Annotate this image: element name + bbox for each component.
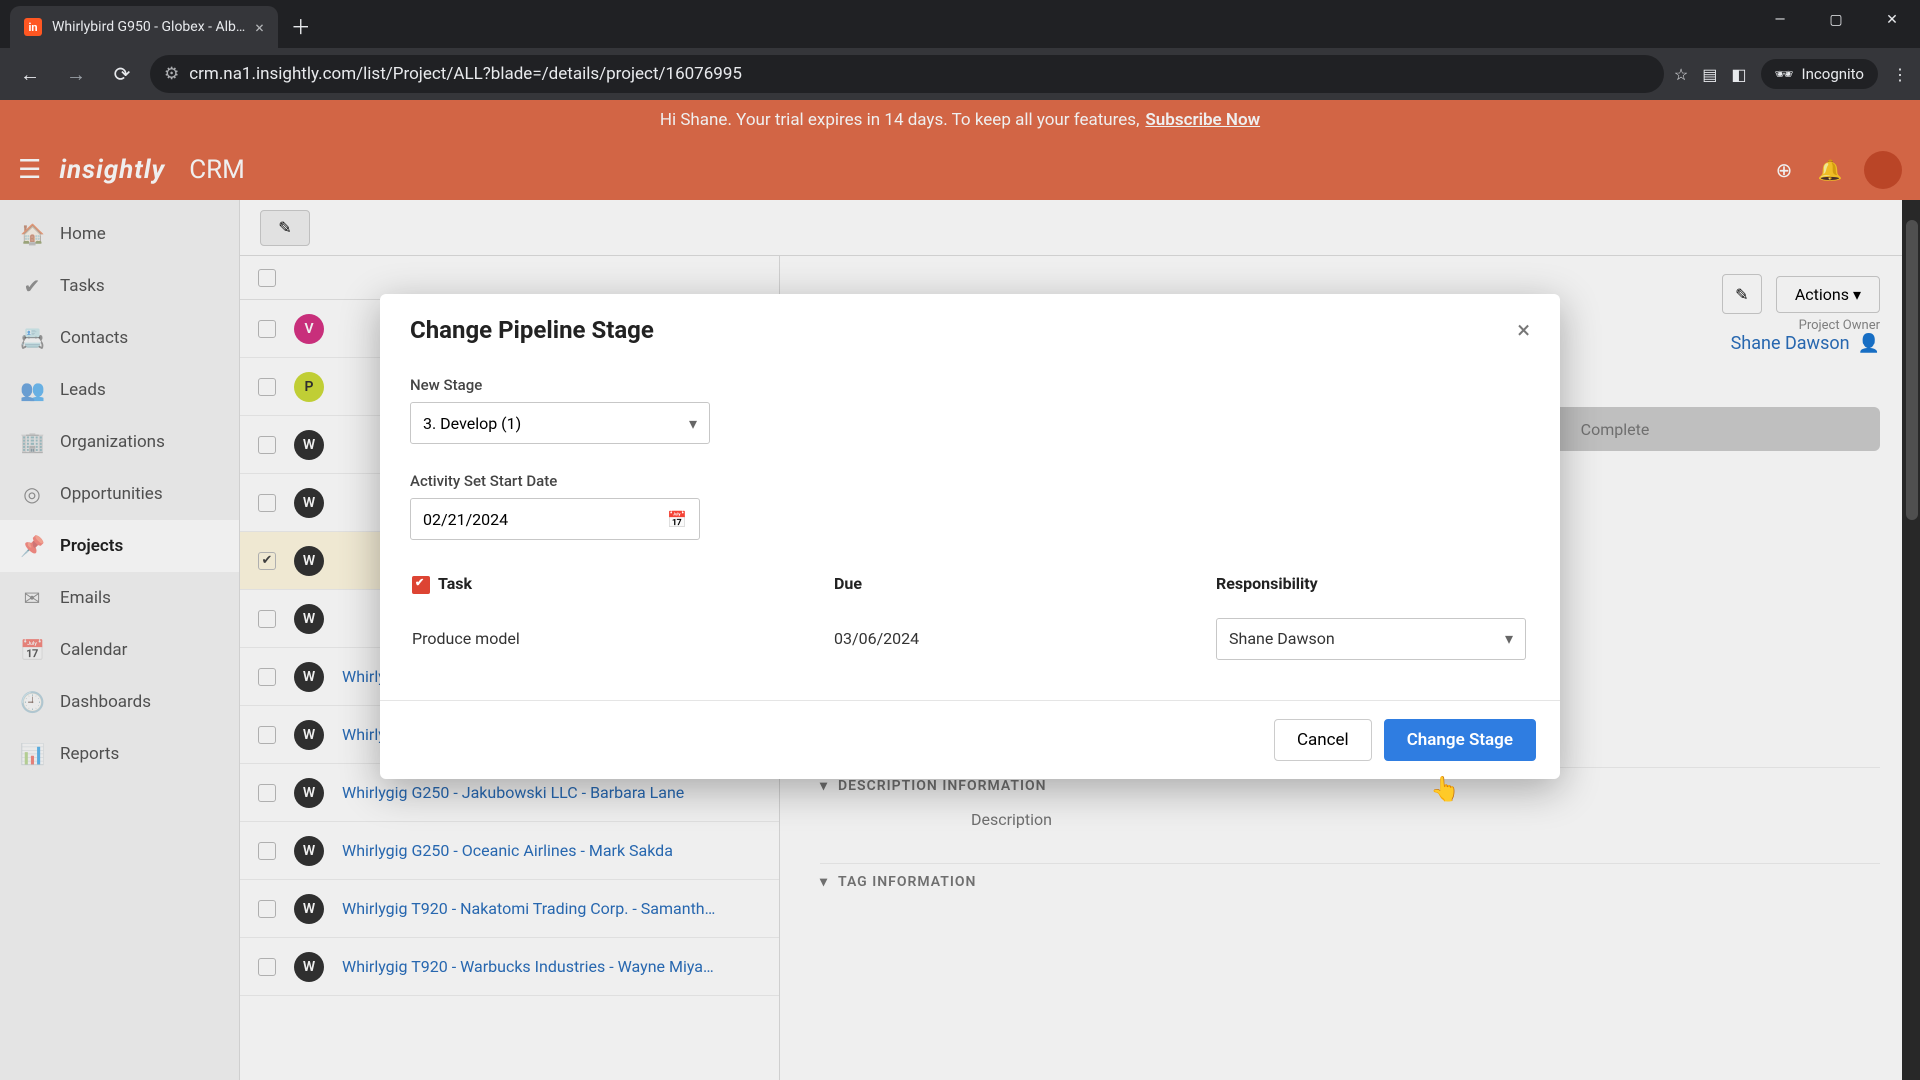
browser-titlebar: in Whirlybird G950 - Globex - Alb… × ＋ ―… (0, 0, 1920, 48)
change-stage-button[interactable]: Change Stage (1384, 719, 1536, 761)
reading-list-icon[interactable]: ▤ (1702, 65, 1717, 84)
incognito-icon: 🕶 (1775, 65, 1794, 83)
incognito-chip[interactable]: 🕶 Incognito (1761, 59, 1879, 89)
new-stage-label: New Stage (410, 376, 1530, 394)
tab-close-icon[interactable]: × (255, 18, 264, 37)
address-bar[interactable]: ⚙ crm.na1.insightly.com/list/Project/ALL… (150, 55, 1664, 93)
forward-button[interactable]: → (58, 56, 94, 92)
maximize-button[interactable]: ▢ (1808, 0, 1864, 40)
modal-close-button[interactable]: × (1517, 316, 1530, 344)
app-root: Hi Shane. Your trial expires in 14 days.… (0, 100, 1920, 1080)
back-button[interactable]: ← (12, 56, 48, 92)
chevron-down-icon: ▾ (689, 414, 697, 433)
site-settings-icon[interactable]: ⚙ (164, 64, 179, 84)
bookmark-icon[interactable]: ☆ (1674, 65, 1688, 84)
minimize-button[interactable]: ― (1752, 0, 1808, 40)
change-pipeline-stage-modal: Change Pipeline Stage × New Stage 3. Dev… (380, 294, 1560, 779)
window-controls: ― ▢ ✕ (1752, 0, 1920, 40)
task-due: 03/06/2024 (834, 604, 1214, 674)
modal-title: Change Pipeline Stage (410, 316, 654, 344)
browser-toolbar: ← → ⟳ ⚙ crm.na1.insightly.com/list/Proje… (0, 48, 1920, 100)
reload-button[interactable]: ⟳ (104, 56, 140, 92)
cancel-button[interactable]: Cancel (1274, 719, 1372, 761)
task-row: Produce model 03/06/2024 Shane Dawson ▾ (412, 604, 1528, 674)
task-icon (412, 576, 430, 594)
activity-start-date-label: Activity Set Start Date (410, 472, 1530, 490)
close-window-button[interactable]: ✕ (1864, 0, 1920, 40)
activity-task-table: Task Due Responsibility Produce model 03… (410, 564, 1530, 676)
new-stage-select[interactable]: 3. Develop (1) ▾ (410, 402, 710, 444)
calendar-icon[interactable]: 📅 (667, 510, 687, 529)
tab-favicon: in (24, 18, 42, 36)
responsibility-select[interactable]: Shane Dawson ▾ (1216, 618, 1526, 660)
tab-title: Whirlybird G950 - Globex - Alb… (52, 19, 245, 35)
chevron-down-icon: ▾ (1505, 629, 1513, 648)
task-name: Produce model (412, 604, 832, 674)
new-tab-button[interactable]: ＋ (286, 10, 316, 40)
activity-start-date-input[interactable]: 02/21/2024 📅 (410, 498, 700, 540)
side-panel-icon[interactable]: ◧ (1731, 65, 1746, 84)
browser-menu-icon[interactable]: ⋮ (1892, 65, 1908, 84)
url-text: crm.na1.insightly.com/list/Project/ALL?b… (189, 64, 742, 84)
browser-tab[interactable]: in Whirlybird G950 - Globex - Alb… × (10, 6, 278, 48)
